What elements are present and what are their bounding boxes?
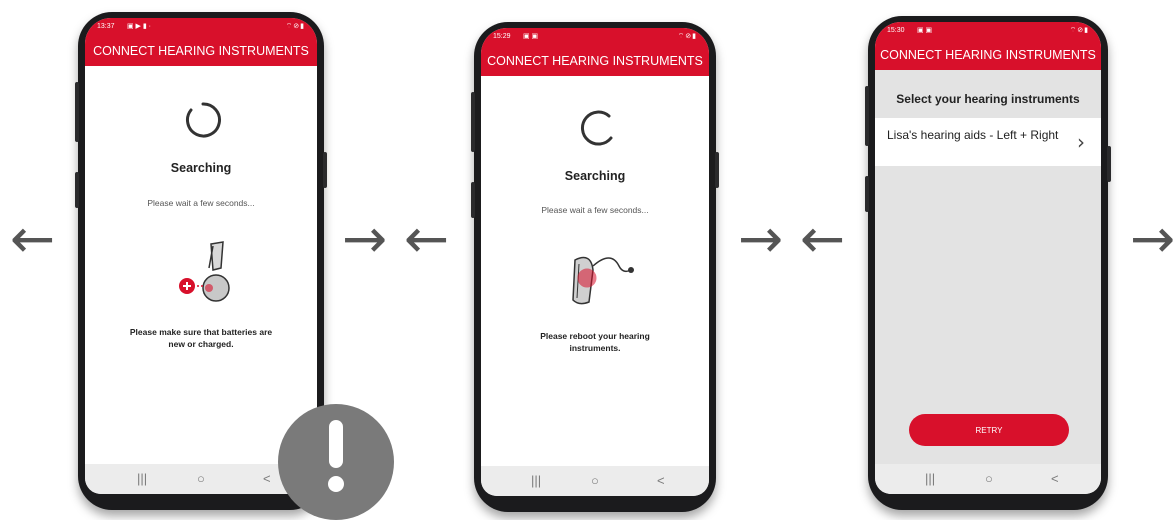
back-arrow-icon[interactable]: ← [800,212,845,266]
searching-heading: Searching [170,161,232,175]
home-button[interactable]: ○ [197,471,205,486]
battery-hearing-aid-icon [179,241,230,302]
status-bar: 15:29 ⌔⊘▮ ▣ ▣ [481,28,709,46]
searching-heading: Searching [564,169,626,183]
battery-hint-line2: new or charged. [168,339,234,349]
loading-spinner-icon [186,102,221,138]
phone-screen-3: 15:30 ⌔⊘▮ ▣ ▣ CONNECT HEARING INSTRUMENT… [865,16,1111,510]
hearing-aid-name: Lisa's hearing aids - Left + Right [887,128,1059,142]
reboot-hint-line1: Please reboot your hearing [540,331,650,341]
forward-arrow-icon[interactable]: → [1130,212,1176,266]
recents-button[interactable]: ||| [925,471,935,486]
phone-screen-2: 15:29 ⌔⊘▮ ▣ ▣ CONNECT HEARING INSTRUMENT… [471,22,719,512]
forward-arrow-icon[interactable]: → [738,212,783,266]
notification-icons: ▣ ▣ [523,33,539,40]
back-arrow-icon[interactable]: ← [404,212,449,266]
notification-icons: ▣ ▣ [917,27,933,34]
nav-back-button[interactable]: < [657,473,665,488]
notification-icons: ▣ ▶ ▮ · [127,23,152,30]
select-instruments-heading: Select your hearing instruments [896,92,1080,106]
status-bar: 13:37 ⌔⊘▮ ▣ ▶ ▮ · [85,18,317,36]
back-arrow-icon[interactable]: ← [10,212,55,266]
home-button[interactable]: ○ [591,473,599,488]
status-icons: ⌔⊘▮ [1069,27,1089,34]
chevron-right-icon: › [1077,130,1085,154]
app-title: CONNECT HEARING INSTRUMENTS [85,36,317,66]
home-button[interactable]: ○ [985,471,993,486]
app-title: CONNECT HEARING INSTRUMENTS [875,40,1101,70]
screen-3: 15:30 ⌔⊘▮ ▣ ▣ CONNECT HEARING INSTRUMENT… [875,22,1101,494]
android-nav-bar: ||| ○ < [481,466,709,496]
wait-subtitle: Please wait a few seconds... [541,205,649,215]
status-time: 15:29 [493,33,511,40]
status-time: 15:30 [887,27,905,34]
screen-1: 13:37 ⌔⊘▮ ▣ ▶ ▮ · CONNECT HEARING INSTRU… [85,18,317,494]
hearing-aid-list-item[interactable]: Lisa's hearing aids - Left + Right › [875,118,1101,166]
app-title: CONNECT HEARING INSTRUMENTS [481,46,709,76]
status-bar: 15:30 ⌔⊘▮ ▣ ▣ [875,22,1101,40]
retry-button[interactable]: RETRY [909,414,1069,446]
nav-back-button[interactable]: < [1051,471,1059,486]
reboot-hearing-aid-icon [572,256,634,305]
forward-arrow-icon[interactable]: → [342,212,387,266]
android-nav-bar: ||| ○ < [875,464,1101,494]
wait-subtitle: Please wait a few seconds... [147,198,255,208]
recents-button[interactable]: ||| [137,471,147,486]
reboot-hint-line2: instruments. [569,343,621,353]
status-icons: ⌔⊘▮ [677,33,697,40]
screen-2: 15:29 ⌔⊘▮ ▣ ▣ CONNECT HEARING INSTRUMENT… [481,28,709,496]
nav-back-button[interactable]: < [263,471,271,486]
recents-button[interactable]: ||| [531,473,541,488]
exclamation-icon [278,404,394,520]
status-icons: ⌔⊘▮ [285,23,305,30]
loading-spinner-icon [580,110,613,146]
battery-hint-line1: Please make sure that batteries are [129,327,273,337]
status-time: 13:37 [97,23,115,30]
